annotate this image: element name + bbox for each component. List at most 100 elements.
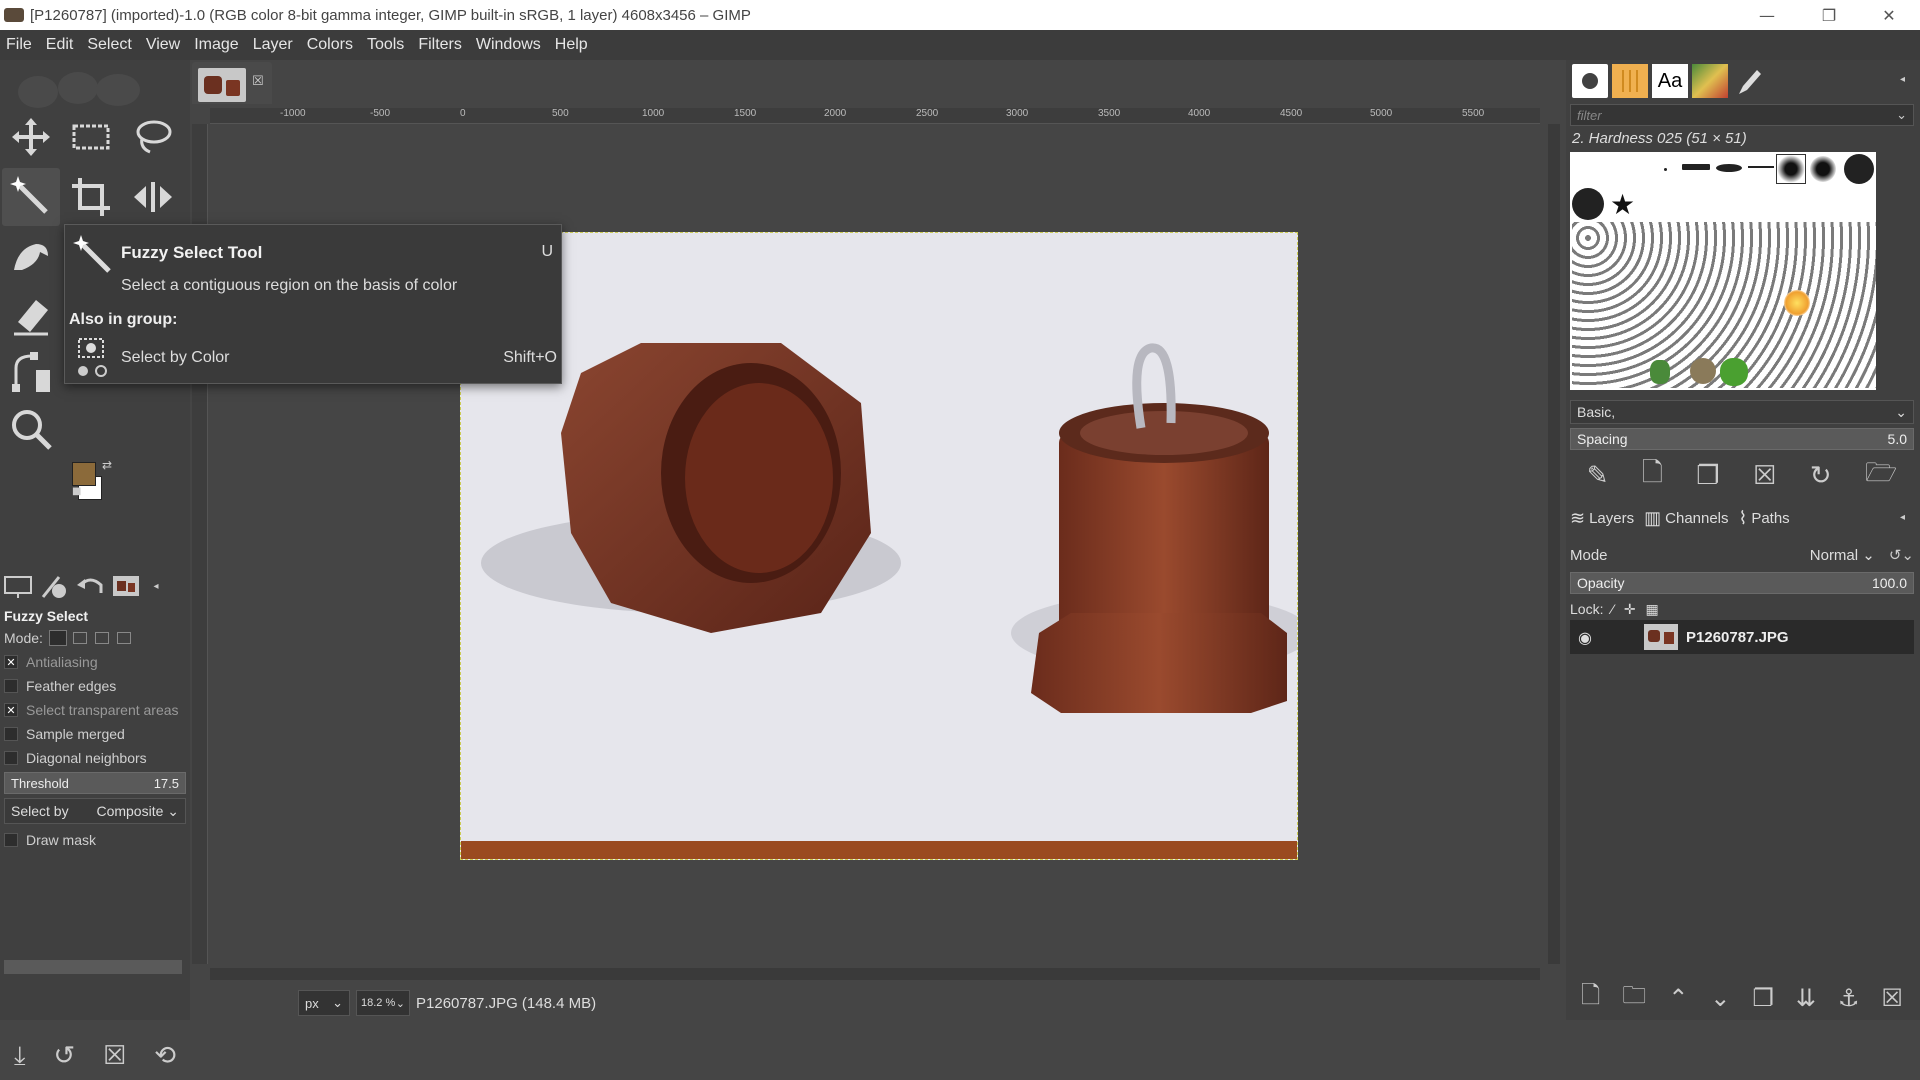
tool-options-tab-icon[interactable] bbox=[0, 569, 36, 603]
merge-layer-icon[interactable]: ⇊ bbox=[1796, 984, 1816, 1012]
horizontal-ruler[interactable]: -1000 -500 0 500 1000 1500 2000 2500 300… bbox=[210, 108, 1540, 124]
antialiasing-checkbox[interactable]: ✕ bbox=[4, 655, 18, 669]
select-by-combo[interactable]: Select by Composite ⌄ bbox=[4, 798, 186, 824]
crop-tool-icon[interactable] bbox=[62, 168, 120, 226]
mode-intersect-icon[interactable] bbox=[116, 632, 131, 644]
spacing-value[interactable]: 5.0 bbox=[1888, 431, 1907, 447]
restore-options-icon[interactable]: ↺ bbox=[53, 1041, 75, 1071]
menu-select[interactable]: Select bbox=[87, 36, 131, 54]
zoom-selector[interactable]: 18.2 % ⌄ bbox=[356, 990, 410, 1016]
antialiasing-row[interactable]: ✕ Antialiasing bbox=[0, 650, 190, 674]
delete-layer-icon[interactable]: ☒ bbox=[1881, 984, 1903, 1012]
move-tool-icon[interactable] bbox=[2, 108, 60, 166]
save-options-icon[interactable]: ⤓ bbox=[14, 1041, 26, 1072]
opacity-value[interactable]: 100.0 bbox=[1872, 575, 1907, 591]
patterns-tab-icon[interactable] bbox=[1612, 64, 1648, 98]
duplicate-brush-icon[interactable]: ❐ bbox=[1696, 461, 1719, 491]
feather-edges-checkbox[interactable] bbox=[4, 679, 18, 693]
menu-colors[interactable]: Colors bbox=[307, 36, 353, 54]
brushes-tab-icon[interactable] bbox=[1572, 64, 1608, 98]
fonts-tab-icon[interactable]: Aa bbox=[1652, 64, 1688, 98]
layer-row[interactable]: ◉ P1260787.JPG bbox=[1570, 620, 1914, 654]
configure-tab-icon[interactable]: ◂ bbox=[144, 569, 168, 603]
diagonal-neighbors-row[interactable]: Diagonal neighbors bbox=[0, 746, 190, 770]
warp-transform-tool-icon[interactable] bbox=[2, 228, 60, 286]
menu-filters[interactable]: Filters bbox=[418, 36, 462, 54]
new-layer-group-icon[interactable]: 🗀 bbox=[1622, 978, 1646, 1019]
tab-channels[interactable]: ▥ Channels bbox=[1644, 508, 1728, 529]
mode-add-icon[interactable] bbox=[72, 632, 87, 644]
reset-options-icon[interactable]: ⟲ bbox=[154, 1041, 176, 1071]
lasso-tool-icon[interactable] bbox=[124, 108, 182, 166]
selected-brush[interactable] bbox=[1776, 154, 1806, 184]
image-canvas[interactable] bbox=[460, 232, 1298, 860]
fuzzy-select-tool-icon[interactable] bbox=[2, 168, 60, 226]
threshold-value[interactable]: 17.5 bbox=[154, 776, 179, 791]
select-transparent-checkbox[interactable]: ✕ bbox=[4, 703, 18, 717]
eraser-tool-icon[interactable] bbox=[2, 286, 60, 344]
flip-tool-icon[interactable] bbox=[124, 168, 182, 226]
lock-pixels-icon[interactable]: ⁄ bbox=[1611, 601, 1613, 617]
horizontal-scrollbar[interactable] bbox=[210, 968, 1540, 980]
maximize-button[interactable]: ❐ bbox=[1806, 0, 1852, 30]
threshold-slider[interactable]: Threshold 17.5 bbox=[4, 772, 186, 794]
sample-merged-checkbox[interactable] bbox=[4, 727, 18, 741]
lock-alpha-icon[interactable]: ▦ bbox=[1646, 601, 1659, 618]
default-colors-icon[interactable]: ■ bbox=[72, 486, 81, 497]
edit-brush-icon[interactable]: ✎ bbox=[1587, 461, 1609, 491]
minimize-button[interactable]: — bbox=[1744, 0, 1790, 30]
configure-tab-icon[interactable]: ◂ bbox=[1900, 74, 1905, 85]
zoom-tool-icon[interactable] bbox=[2, 400, 60, 458]
mode-replace-icon[interactable] bbox=[48, 630, 67, 646]
select-transparent-row[interactable]: ✕ Select transparent areas bbox=[0, 698, 190, 722]
configure-tab-icon[interactable]: ◂ bbox=[1900, 512, 1905, 523]
brush-grid[interactable]: ★ bbox=[1570, 152, 1876, 390]
close-image-icon[interactable]: ☒ bbox=[252, 74, 264, 89]
tab-layers[interactable]: ≋ Layers bbox=[1570, 508, 1634, 529]
raise-layer-icon[interactable]: ⌃ bbox=[1668, 984, 1688, 1012]
images-tab-icon[interactable] bbox=[108, 569, 144, 603]
menu-tools[interactable]: Tools bbox=[367, 36, 404, 54]
swap-colors-icon[interactable]: ⇄ bbox=[102, 458, 112, 472]
new-layer-icon[interactable]: 🗋 bbox=[1581, 978, 1600, 1019]
delete-options-icon[interactable]: ☒ bbox=[103, 1041, 126, 1071]
menu-layer[interactable]: Layer bbox=[253, 36, 293, 54]
menu-image[interactable]: Image bbox=[194, 36, 238, 54]
duplicate-layer-icon[interactable]: ❐ bbox=[1752, 984, 1774, 1012]
visibility-eye-icon[interactable]: ◉ bbox=[1570, 628, 1600, 647]
draw-mask-row[interactable]: Draw mask bbox=[0, 828, 190, 852]
options-scrollbar[interactable] bbox=[4, 960, 182, 974]
layer-mode-combo[interactable]: Normal ⌄ bbox=[1810, 546, 1875, 564]
paint-dynamics-tab-icon[interactable] bbox=[1732, 64, 1768, 98]
open-brush-file-icon[interactable]: 🗁 bbox=[1865, 454, 1897, 498]
menu-view[interactable]: View bbox=[146, 36, 180, 54]
feather-edges-row[interactable]: Feather edges bbox=[0, 674, 190, 698]
paths-tool-icon[interactable] bbox=[2, 342, 60, 400]
rect-select-tool-icon[interactable] bbox=[62, 108, 120, 166]
delete-brush-icon[interactable]: ☒ bbox=[1753, 461, 1776, 491]
image-tab[interactable]: ☒ bbox=[192, 62, 272, 104]
brush-filter-input[interactable]: filter ⌄ bbox=[1570, 104, 1914, 126]
menu-file[interactable]: File bbox=[6, 36, 32, 54]
lock-position-icon[interactable]: ✛ bbox=[1624, 601, 1636, 618]
undo-history-tab-icon[interactable] bbox=[72, 569, 108, 603]
anchor-layer-icon[interactable]: ⚓ bbox=[1838, 984, 1860, 1012]
mode-subtract-icon[interactable] bbox=[94, 632, 109, 644]
spacing-slider[interactable]: Spacing 5.0 bbox=[1570, 428, 1914, 450]
menu-edit[interactable]: Edit bbox=[46, 36, 74, 54]
gradients-tab-icon[interactable] bbox=[1692, 64, 1728, 98]
new-brush-icon[interactable]: 🗋 bbox=[1642, 454, 1663, 498]
opacity-slider[interactable]: Opacity 100.0 bbox=[1570, 572, 1914, 594]
menu-windows[interactable]: Windows bbox=[476, 36, 541, 54]
close-button[interactable]: ✕ bbox=[1866, 0, 1912, 30]
unit-selector[interactable]: px ⌄ bbox=[298, 990, 350, 1016]
mode-reset-icon[interactable]: ↺⌄ bbox=[1889, 546, 1914, 564]
diagonal-neighbors-checkbox[interactable] bbox=[4, 751, 18, 765]
sample-merged-row[interactable]: Sample merged bbox=[0, 722, 190, 746]
vertical-scrollbar[interactable] bbox=[1548, 124, 1560, 964]
tab-paths[interactable]: ⌇ Paths bbox=[1739, 508, 1790, 529]
brush-preset-combo[interactable]: Basic, ⌄ bbox=[1570, 400, 1914, 424]
device-status-tab-icon[interactable] bbox=[36, 569, 72, 603]
refresh-brushes-icon[interactable]: ↻ bbox=[1810, 461, 1832, 491]
lower-layer-icon[interactable]: ⌄ bbox=[1710, 984, 1730, 1012]
